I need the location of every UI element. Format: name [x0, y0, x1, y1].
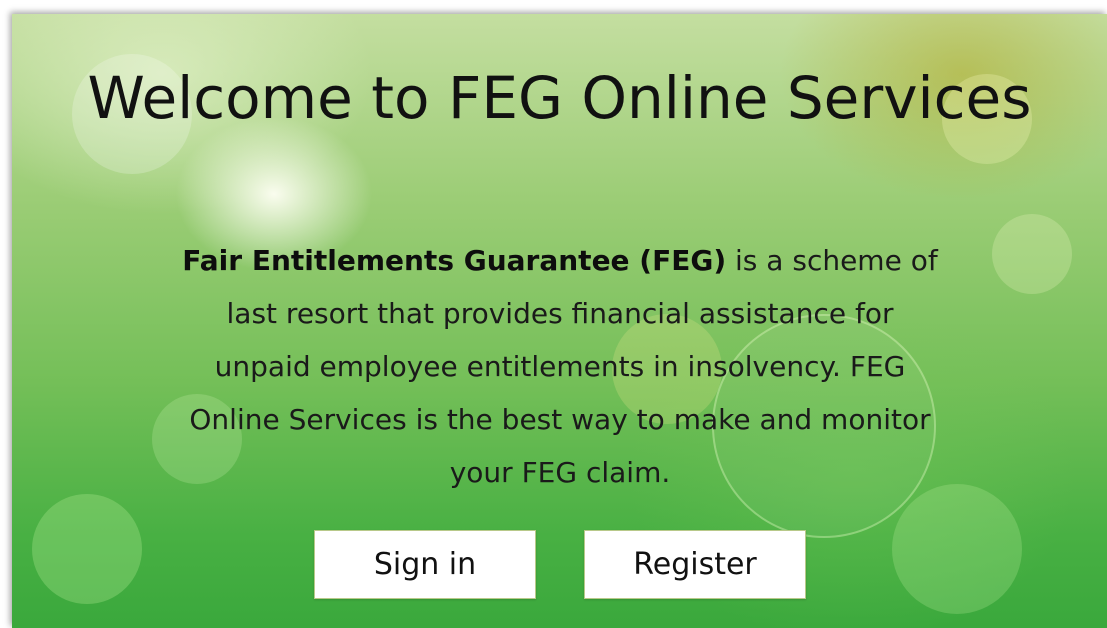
page-title: Welcome to FEG Online Services [87, 64, 1032, 132]
intro-text: is a scheme of last resort that provides… [189, 244, 938, 489]
intro-paragraph: Fair Entitlements Guarantee (FEG) is a s… [180, 234, 940, 499]
hero-panel: Welcome to FEG Online Services Fair Enti… [12, 14, 1107, 628]
register-button[interactable]: Register [584, 530, 806, 599]
sign-in-button[interactable]: Sign in [314, 530, 536, 599]
intro-bold-term: Fair Entitlements Guarantee (FEG) [182, 244, 727, 277]
hero-content: Welcome to FEG Online Services Fair Enti… [12, 14, 1107, 628]
